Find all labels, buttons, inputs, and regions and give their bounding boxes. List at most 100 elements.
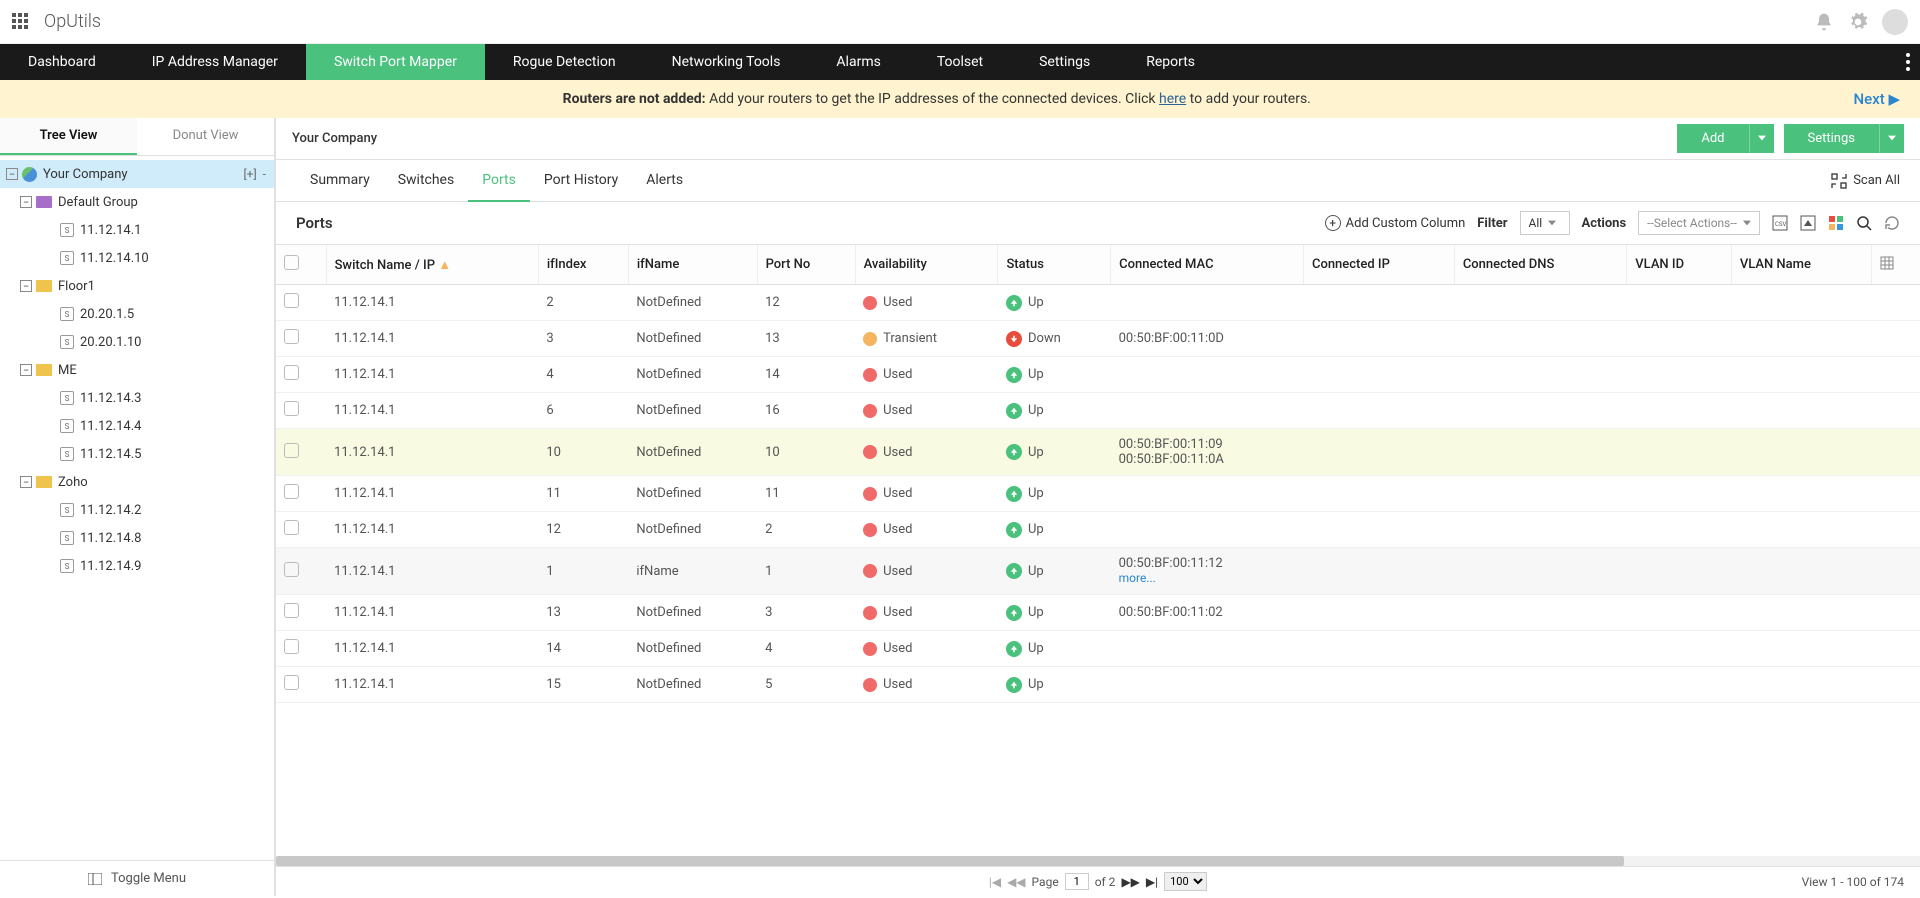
row-checkbox[interactable] bbox=[284, 401, 299, 416]
add-button[interactable]: Add bbox=[1677, 124, 1748, 153]
row-checkbox[interactable] bbox=[284, 603, 299, 618]
subtab-port-history[interactable]: Port History bbox=[530, 160, 632, 201]
tree-item[interactable]: S11.12.14.4 bbox=[0, 412, 274, 440]
tab-donut-view[interactable]: Donut View bbox=[137, 118, 274, 155]
column-config-icon[interactable] bbox=[1871, 245, 1920, 285]
mac-more-link[interactable]: more... bbox=[1119, 571, 1156, 585]
row-checkbox[interactable] bbox=[284, 365, 299, 380]
horizontal-scrollbar[interactable] bbox=[276, 856, 1920, 866]
nav-networking-tools[interactable]: Networking Tools bbox=[644, 44, 809, 80]
cell-port: 5 bbox=[757, 667, 855, 703]
gear-icon[interactable] bbox=[1848, 12, 1868, 32]
col-ifname[interactable]: ifName bbox=[628, 245, 757, 285]
avatar[interactable] bbox=[1882, 9, 1908, 35]
col-checkbox[interactable] bbox=[276, 245, 326, 285]
table-row[interactable]: 11.12.14.12NotDefined12UsedUp bbox=[276, 285, 1920, 321]
col-availability[interactable]: Availability bbox=[855, 245, 998, 285]
add-dropdown[interactable] bbox=[1749, 124, 1774, 153]
scan-all-button[interactable]: Scan All bbox=[1831, 173, 1900, 189]
table-row[interactable]: 11.12.14.110NotDefined10UsedUp00:50:BF:0… bbox=[276, 429, 1920, 476]
tree-item[interactable]: S11.12.14.5 bbox=[0, 440, 274, 468]
tree-group-zoho[interactable]: −Zoho bbox=[0, 468, 274, 496]
nav-switch-port-mapper[interactable]: Switch Port Mapper bbox=[306, 44, 485, 80]
alert-link[interactable]: here bbox=[1159, 91, 1186, 107]
nav-settings[interactable]: Settings bbox=[1011, 44, 1118, 80]
row-checkbox[interactable] bbox=[284, 675, 299, 690]
tree-item[interactable]: S11.12.14.9 bbox=[0, 552, 274, 580]
nav-toolset[interactable]: Toolset bbox=[909, 44, 1011, 80]
filter-select[interactable]: All bbox=[1520, 211, 1570, 235]
col-status[interactable]: Status bbox=[998, 245, 1111, 285]
col-ifindex[interactable]: ifIndex bbox=[538, 245, 628, 285]
apps-icon[interactable] bbox=[12, 13, 30, 31]
table-row[interactable]: 11.12.14.16NotDefined16UsedUp bbox=[276, 393, 1920, 429]
tree-root[interactable]: −Your Company[+]- bbox=[0, 160, 274, 188]
pager-size-select[interactable]: 100 bbox=[1164, 872, 1207, 891]
table-row[interactable]: 11.12.14.113NotDefined3UsedUp00:50:BF:00… bbox=[276, 595, 1920, 631]
refresh-icon[interactable] bbox=[1884, 215, 1900, 231]
nav-alarms[interactable]: Alarms bbox=[808, 44, 908, 80]
table-row[interactable]: 11.12.14.114NotDefined4UsedUp bbox=[276, 631, 1920, 667]
table-row[interactable]: 11.12.14.14NotDefined14UsedUp bbox=[276, 357, 1920, 393]
col-connected-mac[interactable]: Connected MAC bbox=[1111, 245, 1304, 285]
settings-dropdown[interactable] bbox=[1879, 124, 1904, 153]
tree-item[interactable]: S11.12.14.8 bbox=[0, 524, 274, 552]
table-row[interactable]: 11.12.14.112NotDefined2UsedUp bbox=[276, 512, 1920, 548]
table-row[interactable]: 11.12.14.13NotDefined13TransientDown00:5… bbox=[276, 321, 1920, 357]
export-csv-icon[interactable]: CSV bbox=[1772, 215, 1788, 231]
alert-next-button[interactable]: Next ▶ bbox=[1854, 90, 1900, 108]
subtab-ports[interactable]: Ports bbox=[468, 160, 530, 202]
col-switch-name---ip[interactable]: Switch Name / IP ▲ bbox=[326, 245, 538, 285]
col-vlan-id[interactable]: VLAN ID bbox=[1627, 245, 1732, 285]
row-checkbox[interactable] bbox=[284, 329, 299, 344]
col-port-no[interactable]: Port No bbox=[757, 245, 855, 285]
pager-last-icon[interactable]: ▶| bbox=[1146, 875, 1158, 889]
select-all-checkbox[interactable] bbox=[284, 255, 299, 270]
row-checkbox[interactable] bbox=[284, 443, 299, 458]
tree-item[interactable]: S11.12.14.1 bbox=[0, 216, 274, 244]
col-connected-ip[interactable]: Connected IP bbox=[1303, 245, 1454, 285]
grid-view-icon[interactable] bbox=[1828, 215, 1844, 231]
export-pdf-icon[interactable] bbox=[1800, 215, 1816, 231]
settings-button[interactable]: Settings bbox=[1784, 124, 1879, 153]
row-checkbox[interactable] bbox=[284, 520, 299, 535]
tab-tree-view[interactable]: Tree View bbox=[0, 118, 137, 155]
nav-rogue-detection[interactable]: Rogue Detection bbox=[485, 44, 644, 80]
row-checkbox[interactable] bbox=[284, 562, 299, 577]
tree-item[interactable]: S20.20.1.5 bbox=[0, 300, 274, 328]
nav-more-icon[interactable] bbox=[1906, 44, 1910, 80]
tree-add-icon[interactable]: [+] bbox=[244, 167, 257, 181]
pager-prev-icon[interactable]: ◀◀ bbox=[1007, 875, 1025, 889]
col-connected-dns[interactable]: Connected DNS bbox=[1454, 245, 1626, 285]
tree-collapse-icon[interactable]: - bbox=[263, 167, 266, 181]
col-vlan-name[interactable]: VLAN Name bbox=[1731, 245, 1871, 285]
tree-group-me[interactable]: −ME bbox=[0, 356, 274, 384]
add-custom-column-button[interactable]: +Add Custom Column bbox=[1325, 215, 1466, 231]
table-row[interactable]: 11.12.14.11ifName1UsedUp00:50:BF:00:11:1… bbox=[276, 548, 1920, 595]
tree-group-default-group[interactable]: −Default Group bbox=[0, 188, 274, 216]
tree-group-floor1[interactable]: −Floor1 bbox=[0, 272, 274, 300]
tree-item[interactable]: S11.12.14.3 bbox=[0, 384, 274, 412]
actions-select[interactable]: --Select Actions-- bbox=[1638, 211, 1760, 235]
ports-table-wrap[interactable]: Switch Name / IP ▲ifIndexifNamePort NoAv… bbox=[276, 244, 1920, 856]
pager-next-icon[interactable]: ▶▶ bbox=[1121, 875, 1139, 889]
tree-item[interactable]: S11.12.14.10 bbox=[0, 244, 274, 272]
pager-page-input[interactable] bbox=[1065, 873, 1089, 890]
row-checkbox[interactable] bbox=[284, 293, 299, 308]
bell-icon[interactable] bbox=[1814, 12, 1834, 32]
subtab-switches[interactable]: Switches bbox=[384, 160, 469, 201]
toggle-menu-button[interactable]: Toggle Menu bbox=[0, 860, 274, 896]
subtab-alerts[interactable]: Alerts bbox=[632, 160, 697, 201]
nav-ip-address-manager[interactable]: IP Address Manager bbox=[124, 44, 306, 80]
table-row[interactable]: 11.12.14.111NotDefined11UsedUp bbox=[276, 476, 1920, 512]
row-checkbox[interactable] bbox=[284, 639, 299, 654]
table-row[interactable]: 11.12.14.115NotDefined5UsedUp bbox=[276, 667, 1920, 703]
pager-first-icon[interactable]: |◀ bbox=[989, 875, 1001, 889]
tree-item[interactable]: S20.20.1.10 bbox=[0, 328, 274, 356]
tree-item[interactable]: S11.12.14.2 bbox=[0, 496, 274, 524]
subtab-summary[interactable]: Summary bbox=[296, 160, 384, 201]
row-checkbox[interactable] bbox=[284, 484, 299, 499]
nav-reports[interactable]: Reports bbox=[1118, 44, 1223, 80]
nav-dashboard[interactable]: Dashboard bbox=[0, 44, 124, 80]
search-icon[interactable] bbox=[1856, 215, 1872, 231]
